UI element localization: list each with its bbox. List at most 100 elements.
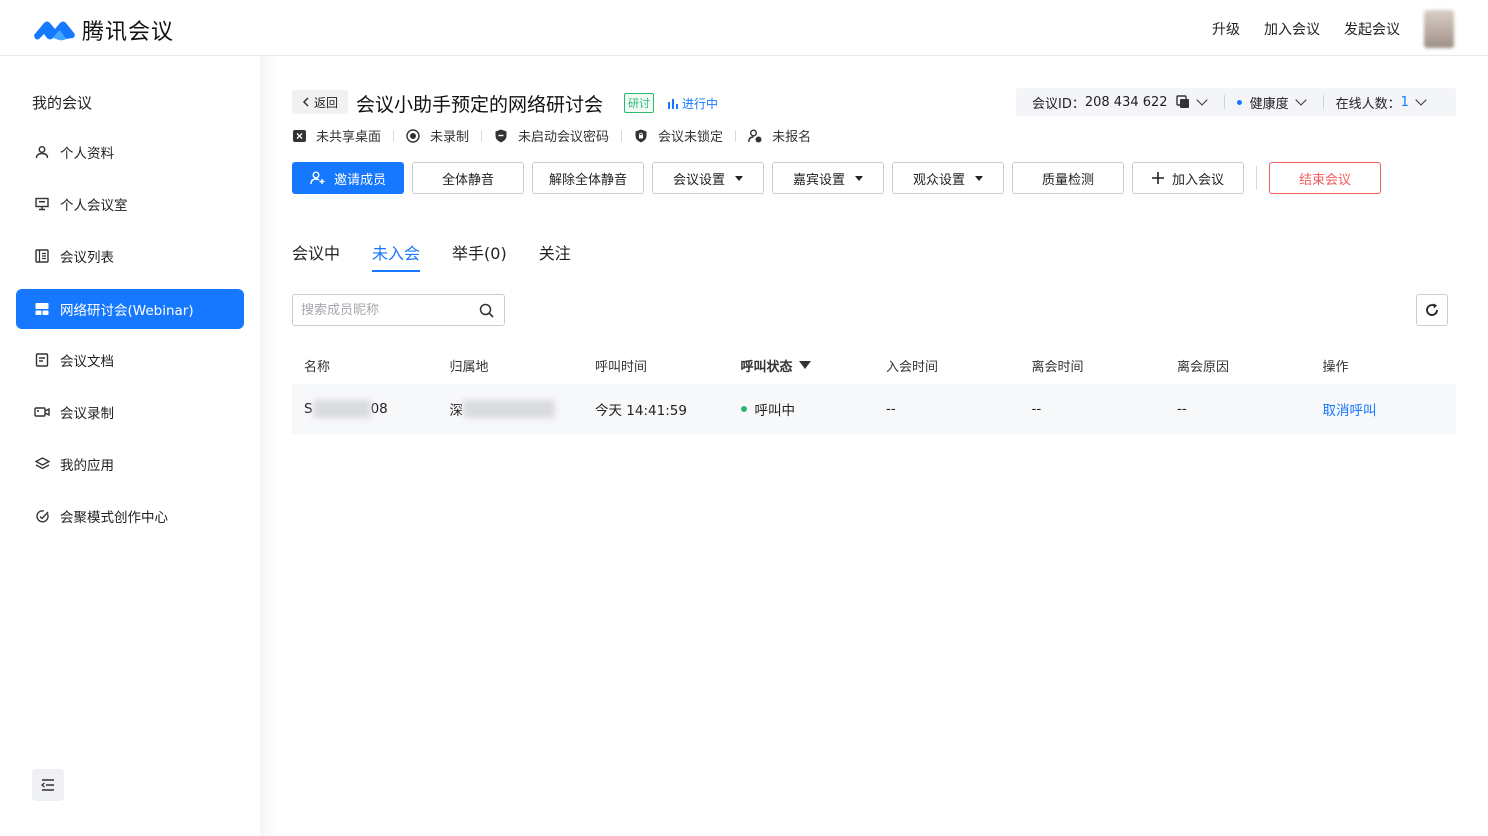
- end-meeting-button[interactable]: 结束会议: [1269, 162, 1381, 194]
- chevron-left-icon: [302, 97, 309, 107]
- lock-shield-icon: [634, 129, 648, 143]
- avatar[interactable]: [1424, 10, 1454, 48]
- action-toolbar: 邀请成员 全体静音 解除全体静音 会议设置 嘉宾设置 观众设置 质量检测 加入会…: [292, 162, 1389, 194]
- health-label[interactable]: 健康度: [1250, 93, 1289, 112]
- column-header-leave-time: 离会时间: [1031, 359, 1084, 375]
- divider: [481, 129, 483, 142]
- chevron-down-icon[interactable]: [1195, 94, 1208, 106]
- cell-call-status: 呼叫中: [729, 399, 875, 419]
- sidebar-item-label: 会议文档: [60, 354, 114, 370]
- sidebar-item-label: 个人资料: [60, 146, 114, 162]
- collapse-icon: [41, 779, 54, 791]
- status-recording: 未录制: [406, 126, 469, 145]
- video-icon: [34, 404, 50, 420]
- app-logo[interactable]: 腾讯会议: [32, 14, 174, 46]
- column-header-location: 归属地: [449, 359, 489, 375]
- bar-chart-icon: [668, 98, 678, 109]
- call-status-text: 呼叫中: [754, 403, 796, 419]
- divider: [1256, 166, 1257, 190]
- status-registration: 未报名: [748, 126, 811, 145]
- cell-call-time: 今天 14:41:59: [595, 403, 687, 419]
- collapse-sidebar-button[interactable]: [32, 769, 64, 801]
- meeting-id-label: 会议ID：: [1032, 96, 1085, 112]
- sidebar-item-creator-center[interactable]: 会聚模式创作中心: [16, 496, 244, 536]
- join-meeting-label: 加入会议: [1171, 172, 1224, 188]
- sidebar: 我的会议 个人资料 个人会议室 会议列表 网络研讨会(Webinar) 会议文档: [0, 56, 260, 836]
- cell-join-time: --: [886, 401, 896, 417]
- registration-icon: [748, 129, 762, 143]
- sidebar-item-documents[interactable]: 会议文档: [16, 340, 244, 380]
- webinar-icon: [34, 301, 50, 317]
- creator-icon: [34, 508, 50, 524]
- meeting-type-tag: 研讨: [624, 93, 654, 113]
- sidebar-item-personal-room[interactable]: 个人会议室: [16, 184, 244, 224]
- quality-check-button[interactable]: 质量检测: [1012, 162, 1124, 194]
- record-icon: [406, 128, 420, 143]
- audience-settings-button[interactable]: 观众设置: [892, 162, 1004, 194]
- table-row: S 08 深 今天 14:41:59 呼叫中 -- -- -- 取消呼叫: [292, 384, 1456, 434]
- meeting-settings-button[interactable]: 会议设置: [652, 162, 764, 194]
- cancel-call-link[interactable]: 取消呼叫: [1323, 399, 1377, 419]
- copy-icon[interactable]: [1175, 95, 1190, 109]
- top-nav: 升级 加入会议 发起会议: [1212, 19, 1400, 39]
- start-meeting-link[interactable]: 发起会议: [1344, 19, 1400, 39]
- column-header-call-time: 呼叫时间: [595, 359, 648, 375]
- sidebar-item-profile[interactable]: 个人资料: [16, 132, 244, 172]
- invite-label: 邀请成员: [333, 172, 386, 188]
- cell-location: 深: [438, 399, 584, 419]
- sidebar-item-meeting-list[interactable]: 会议列表: [16, 236, 244, 276]
- cell-leave-time: --: [1031, 401, 1042, 417]
- tab-followed[interactable]: 关注: [539, 240, 571, 272]
- column-header-call-status: 呼叫状态: [729, 356, 875, 375]
- list-icon: [34, 248, 50, 264]
- layers-icon: [34, 456, 50, 472]
- app-name: 腾讯会议: [82, 20, 175, 45]
- tab-not-joined[interactable]: 未入会: [372, 240, 421, 272]
- invite-members-button[interactable]: 邀请成员: [292, 162, 404, 194]
- redacted-text: [463, 400, 555, 418]
- document-icon: [34, 352, 50, 368]
- meeting-settings-label: 会议设置: [672, 172, 725, 188]
- sidebar-item-apps[interactable]: 我的应用: [16, 444, 244, 484]
- sidebar-item-webinar[interactable]: 网络研讨会(Webinar): [16, 289, 244, 329]
- tencent-meeting-logo-icon: [34, 21, 75, 41]
- guest-settings-button[interactable]: 嘉宾设置: [772, 162, 884, 194]
- search-icon[interactable]: [479, 303, 494, 322]
- live-status: 进行中: [668, 95, 718, 112]
- status-label: 未录制: [430, 130, 470, 145]
- caret-down-icon: [975, 175, 983, 181]
- cell-actions: 取消呼叫: [1311, 399, 1457, 419]
- member-search: [292, 294, 505, 326]
- column-header-actions: 操作: [1322, 359, 1349, 375]
- column-header-leave-reason: 离会原因: [1177, 359, 1230, 375]
- user-icon: [34, 144, 50, 160]
- divider: [393, 129, 395, 142]
- chevron-down-icon[interactable]: [1415, 94, 1427, 106]
- sidebar-item-label: 我的应用: [60, 458, 114, 474]
- back-button[interactable]: 返回: [292, 90, 348, 114]
- upgrade-link[interactable]: 升级: [1212, 19, 1240, 39]
- audience-settings-label: 观众设置: [912, 172, 965, 188]
- sidebar-item-label: 会议录制: [60, 406, 114, 422]
- divider: [621, 129, 623, 142]
- filter-icon[interactable]: [798, 361, 811, 369]
- unmute-all-button[interactable]: 解除全体静音: [532, 162, 644, 194]
- cell-leave-reason: --: [1177, 401, 1187, 417]
- divider: [1223, 95, 1225, 109]
- caret-down-icon: [735, 175, 743, 181]
- main-content: 返回 会议小助手预定的网络研讨会 研讨 进行中 会议ID： 208 434 62…: [292, 56, 1462, 836]
- mute-all-button[interactable]: 全体静音: [412, 162, 524, 194]
- search-input[interactable]: [301, 302, 471, 318]
- meeting-status-row: 未共享桌面 未录制 未启动会议密码 会议未锁定 未报名: [292, 126, 811, 145]
- unmute-all-label: 解除全体静音: [548, 172, 627, 188]
- online-count-value: 1: [1400, 94, 1409, 110]
- tab-in-meeting[interactable]: 会议中: [292, 240, 340, 272]
- join-meeting-button[interactable]: 加入会议: [1132, 162, 1244, 194]
- monitor-icon: [34, 196, 50, 212]
- join-meeting-link[interactable]: 加入会议: [1264, 19, 1320, 39]
- tab-hand-raised[interactable]: 举手(0): [452, 240, 507, 272]
- refresh-button[interactable]: [1416, 294, 1448, 326]
- chevron-down-icon[interactable]: [1294, 94, 1307, 106]
- status-dot: [740, 406, 747, 412]
- sidebar-item-recordings[interactable]: 会议录制: [16, 392, 244, 432]
